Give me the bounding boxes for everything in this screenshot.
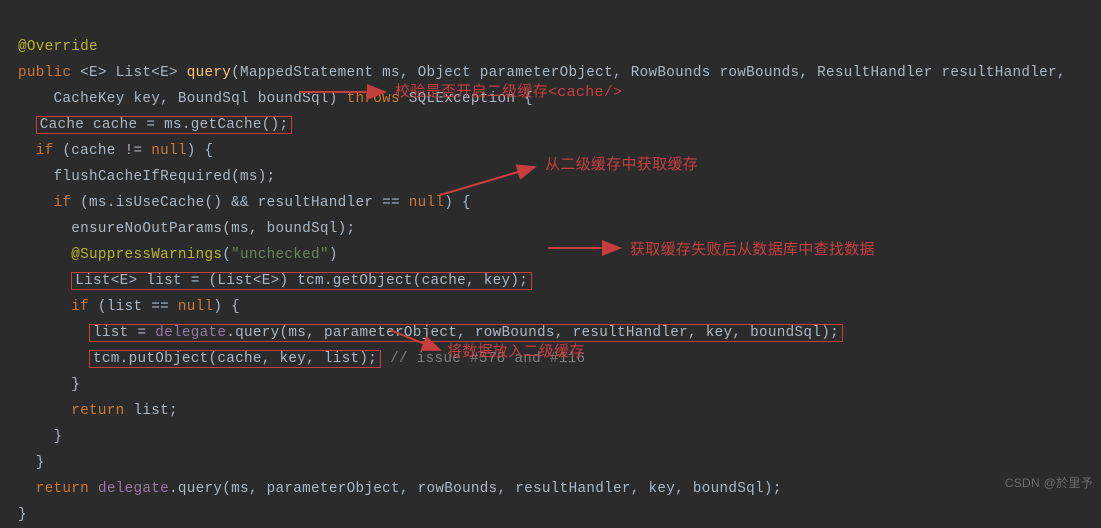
null-2: null <box>409 195 445 211</box>
kw-if-2: if <box>54 195 72 211</box>
last-return: delegate.query(ms, parameterObject, rowB… <box>89 481 782 497</box>
boxed-cache-get: Cache cache = ms.getCache(); <box>36 116 293 134</box>
suppress-ann: @SuppressWarnings <box>71 247 222 263</box>
annotation-3: 获取缓存失败后从数据库中查找数据 <box>630 238 875 264</box>
annotation-2: 从二级缓存中获取缓存 <box>545 153 698 179</box>
if-1-cond: (cache != <box>54 143 152 159</box>
if-3-cond: (list == <box>89 299 178 315</box>
null-1: null <box>151 143 187 159</box>
annotation-override: @Override <box>18 39 98 55</box>
kw-public: public <box>18 65 71 81</box>
supp-str: "unchecked" <box>231 247 329 263</box>
if-2-cond: (ms.isUseCache() && resultHandler == <box>71 195 408 211</box>
brace-2: } <box>54 429 63 445</box>
brace-3: } <box>36 455 45 471</box>
kw-return-2: return <box>36 481 89 497</box>
if-2-close: ) { <box>444 195 471 211</box>
supp-close: ) <box>329 247 338 263</box>
watermark: CSDN @於里予 <box>1005 470 1093 496</box>
ensure-call: ensureNoOutParams(ms, boundSql); <box>71 221 355 237</box>
kw-return-1: return <box>71 403 124 419</box>
annotation-1: 校验是否开启二级缓存<cache/> <box>395 80 622 106</box>
if-1-close: ) { <box>187 143 214 159</box>
generic-decl: <E> List<E> <box>71 65 178 81</box>
kw-if-3: if <box>71 299 89 315</box>
method-name: query <box>178 65 231 81</box>
boxed-list-decl: List<E> list = (List<E>) tcm.getObject(c… <box>71 272 532 290</box>
params-2: CacheKey key, BoundSql boundSql) <box>54 91 338 107</box>
return-list: list; <box>125 403 178 419</box>
boxed-put: tcm.putObject(cache, key, list); <box>89 350 381 368</box>
kw-if-1: if <box>36 143 54 159</box>
supp-open: ( <box>222 247 231 263</box>
flush-call: flushCacheIfRequired(ms); <box>54 169 276 185</box>
null-3: null <box>178 299 214 315</box>
params-1: (MappedStatement ms, Object parameterObj… <box>231 65 1066 81</box>
brace-4: } <box>18 507 27 523</box>
brace-1: } <box>71 377 80 393</box>
annotation-4: 将数据放入二级缓存 <box>447 340 585 366</box>
kw-throws: throws <box>338 91 400 107</box>
if-3-close: ) { <box>213 299 240 315</box>
